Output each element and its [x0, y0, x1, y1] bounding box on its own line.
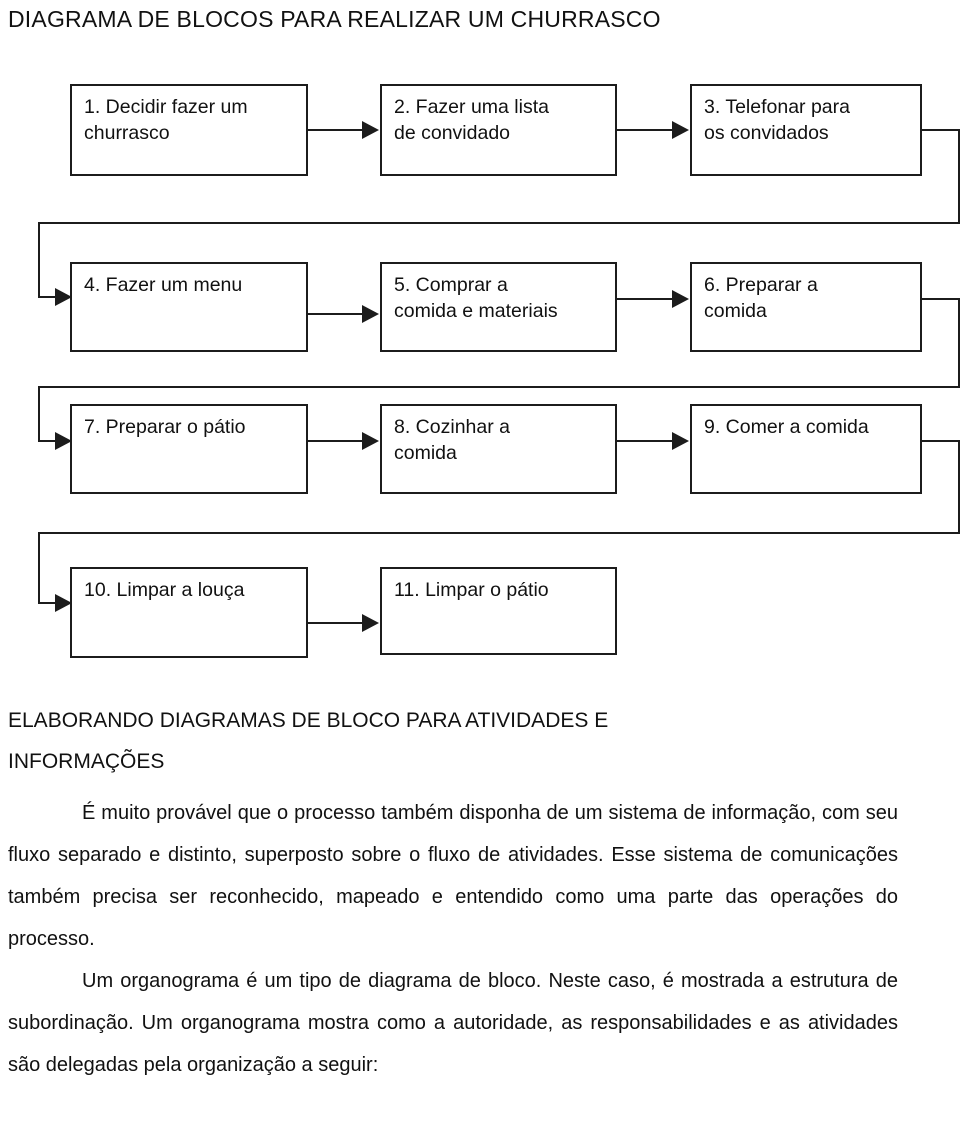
connector-6-to-7-segment-right — [920, 298, 960, 300]
process-box-2[interactable]: 2. Fazer uma lista de convidado — [380, 84, 617, 176]
connector-9-to-10-segment-return — [38, 532, 958, 534]
process-box-7[interactable]: 7. Preparar o pátio — [70, 404, 308, 494]
process-box-11[interactable]: 11. Limpar o pátio — [380, 567, 617, 655]
process-box-10[interactable]: 10. Limpar a louça — [70, 567, 308, 658]
connector-3-to-4-segment-right — [920, 129, 960, 131]
section-heading: ELABORANDO DIAGRAMAS DE BLOCO PARA ATIVI… — [8, 709, 609, 773]
connector-5-to-6-line — [617, 298, 674, 300]
process-box-5-label: 5. Comprar a comida e materiais — [394, 274, 558, 322]
connector-6-to-7-segment-left-down — [38, 386, 40, 442]
block-diagram: 1. Decidir fazer um churrasco 2. Fazer u… — [0, 60, 960, 680]
article-body: ELABORANDO DIAGRAMAS DE BLOCO PARA ATIVI… — [8, 700, 898, 1086]
connector-3-to-4-segment-left-down — [38, 222, 40, 298]
process-box-4-label: 4. Fazer um menu — [84, 274, 243, 296]
process-box-9-label: 9. Comer a comida — [704, 416, 869, 438]
process-box-11-label: 11. Limpar o pátio — [394, 579, 549, 601]
connector-3-to-4-segment-return — [38, 222, 958, 224]
process-box-7-label: 7. Preparar o pátio — [84, 416, 246, 438]
paragraph-2: Um organograma é um tipo de diagrama de … — [8, 970, 898, 1076]
connector-9-to-10-segment-left-down — [38, 532, 40, 604]
process-box-1[interactable]: 1. Decidir fazer um churrasco — [70, 84, 308, 176]
connector-10-to-11-line — [308, 622, 364, 624]
process-box-6-label: 6. Preparar a comida — [704, 274, 818, 322]
process-box-8-label: 8. Cozinhar a comida — [394, 416, 510, 464]
connector-5-to-6-arrowhead — [672, 290, 689, 308]
connector-2-to-3-arrowhead — [672, 121, 689, 139]
page-title: DIAGRAMA DE BLOCOS PARA REALIZAR UM CHUR… — [8, 6, 661, 32]
paragraph-1: É muito provável que o processo também d… — [8, 802, 898, 950]
connector-7-to-8-line — [308, 440, 364, 442]
process-box-2-label: 2. Fazer uma lista de convidado — [394, 96, 549, 144]
process-box-4[interactable]: 4. Fazer um menu — [70, 262, 308, 352]
connector-8-to-9-arrowhead — [672, 432, 689, 450]
connector-1-to-2-arrowhead — [362, 121, 379, 139]
process-box-6[interactable]: 6. Preparar a comida — [690, 262, 922, 352]
connector-7-to-8-arrowhead — [362, 432, 379, 450]
connector-2-to-3-line — [617, 129, 674, 131]
connector-4-to-5-arrowhead — [362, 305, 379, 323]
process-box-9[interactable]: 9. Comer a comida — [690, 404, 922, 494]
process-box-5[interactable]: 5. Comprar a comida e materiais — [380, 262, 617, 352]
connector-10-to-11-arrowhead — [362, 614, 379, 632]
connector-6-to-7-segment-return — [38, 386, 958, 388]
connector-4-to-5-line — [308, 313, 364, 315]
connector-1-to-2-line — [308, 129, 364, 131]
connector-8-to-9-line — [617, 440, 674, 442]
process-box-3[interactable]: 3. Telefonar para os convidados — [690, 84, 922, 176]
process-box-1-label: 1. Decidir fazer um churrasco — [84, 96, 248, 144]
connector-9-to-10-segment-right — [920, 440, 960, 442]
process-box-10-label: 10. Limpar a louça — [84, 579, 245, 601]
process-box-3-label: 3. Telefonar para os convidados — [704, 96, 850, 144]
process-box-8[interactable]: 8. Cozinhar a comida — [380, 404, 617, 494]
